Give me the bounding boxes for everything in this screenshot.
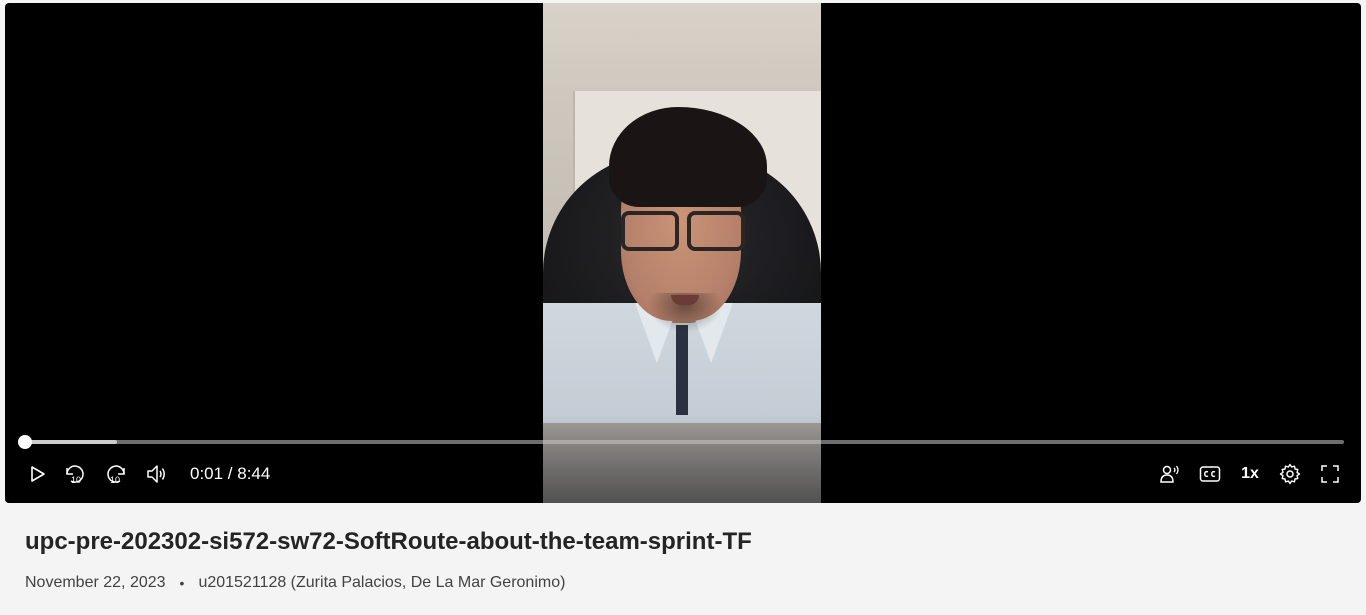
meta-separator: •	[179, 575, 185, 591]
play-icon	[27, 464, 47, 484]
author-name[interactable]: u201521128 (Zurita Palacios, De La Mar G…	[198, 574, 565, 592]
seek-bar-thumb[interactable]	[18, 435, 32, 449]
fullscreen-button[interactable]	[1315, 459, 1345, 489]
controls-overlay	[5, 413, 1361, 503]
glasses-lens-left	[621, 211, 679, 251]
rewind-10-button[interactable]: 10	[60, 459, 90, 489]
closed-captions-icon	[1198, 462, 1222, 486]
time-display: 0:01 / 8:44	[190, 464, 271, 483]
audio-description-icon	[1158, 462, 1182, 486]
video-meta: November 22, 2023 • u201521128 (Zurita P…	[25, 574, 565, 592]
seek-bar[interactable]	[18, 435, 1344, 449]
svg-text:10: 10	[110, 475, 120, 485]
captions-button[interactable]	[1195, 459, 1225, 489]
video-player[interactable]: 10 10 0:01 / 8:44 1x	[5, 3, 1361, 503]
fullscreen-icon	[1319, 463, 1341, 485]
seek-bar-buffered	[25, 440, 118, 444]
svg-text:10: 10	[71, 475, 81, 485]
settings-button[interactable]	[1275, 459, 1305, 489]
audio-description-button[interactable]	[1155, 459, 1185, 489]
video-glasses	[621, 211, 761, 251]
volume-icon	[144, 462, 168, 486]
glasses-lens-right	[687, 211, 745, 251]
forward-10-icon: 10	[104, 462, 128, 486]
gear-icon	[1278, 462, 1302, 486]
play-button[interactable]	[22, 459, 52, 489]
rewind-10-icon: 10	[63, 462, 87, 486]
video-shirt-placket	[676, 325, 688, 415]
playback-speed-button[interactable]: 1x	[1238, 463, 1262, 485]
video-title: upc-pre-202302-si572-sw72-SoftRoute-abou…	[25, 528, 752, 555]
upload-date: November 22, 2023	[25, 574, 166, 591]
volume-button[interactable]	[141, 459, 171, 489]
forward-10-button[interactable]: 10	[101, 459, 131, 489]
